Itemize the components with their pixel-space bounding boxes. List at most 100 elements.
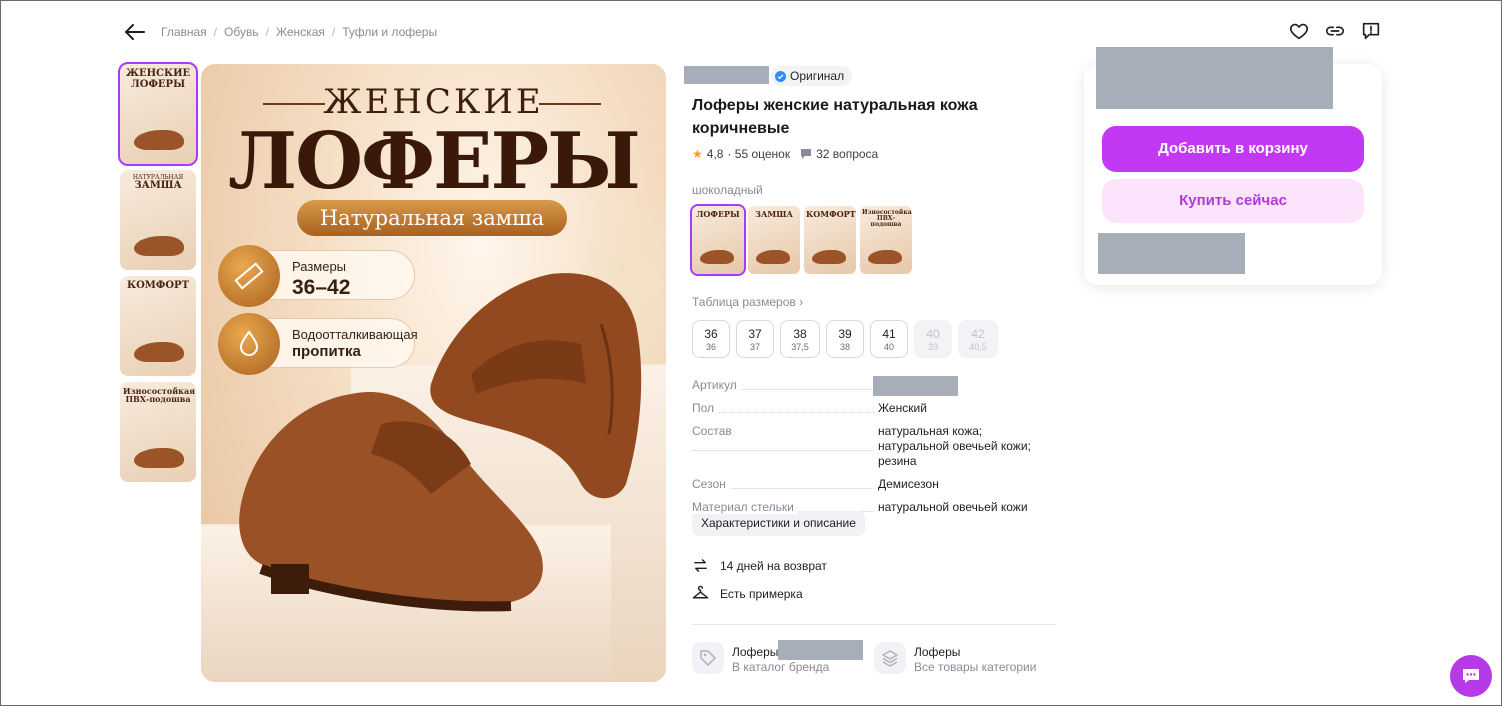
chat-icon bbox=[1463, 669, 1479, 683]
rating-row[interactable]: ★ 4,8 · 55 оценок 32 вопроса bbox=[692, 147, 878, 161]
back-arrow-icon[interactable] bbox=[124, 22, 146, 42]
brand-name-redacted bbox=[778, 640, 863, 660]
ruler-icon bbox=[234, 262, 264, 290]
size-value: 42 bbox=[971, 327, 985, 341]
article-number-redacted[interactable] bbox=[873, 376, 958, 396]
chat-button[interactable] bbox=[1450, 655, 1492, 697]
original-label: Оригинал bbox=[790, 69, 845, 83]
thumbnail-list: ЖЕНСКИЕ ЛОФЕРЫ НАТУРАЛЬНАЯ ЗАМША КОМФОРТ … bbox=[118, 62, 198, 488]
price-redacted bbox=[1096, 47, 1333, 109]
spec-key: Сезон bbox=[692, 477, 730, 491]
size-selector: 36 36 37 37 38 37,5 39 38 41 40 40 39 42 40,5 bbox=[692, 320, 998, 358]
thumbnail-title: Износостойкая ПВХ-подошва bbox=[123, 386, 196, 405]
size-option[interactable]: 36 36 bbox=[692, 320, 730, 358]
thumbnail-title: КОМФОРТ bbox=[126, 280, 190, 291]
badge-label: Размеры bbox=[292, 259, 347, 274]
main-product-image[interactable]: ЖЕНСКИЕ ЛОФЕРЫ Натуральная замша Размеры… bbox=[201, 64, 666, 682]
size-table-link[interactable]: Таблица размеров › bbox=[692, 295, 803, 309]
spec-key: Состав bbox=[692, 424, 736, 438]
spec-season: Сезон Демисезон bbox=[692, 477, 1054, 492]
top-actions bbox=[1288, 20, 1382, 42]
thumbnail-3[interactable]: КОМФОРТ bbox=[120, 276, 196, 376]
size-ru: 40 bbox=[883, 342, 894, 352]
variant-title: КОМФОРТ bbox=[806, 209, 856, 219]
characteristics-button[interactable]: Характеристики и описание bbox=[692, 511, 865, 536]
rating-value: 4,8 bbox=[706, 147, 724, 161]
spec-key: Пол bbox=[692, 401, 719, 415]
category-link-sub: Все товары категории bbox=[914, 660, 1037, 674]
hero-title-2: ЛОФЕРЫ bbox=[228, 116, 641, 207]
shoe-front-image bbox=[239, 392, 543, 612]
fitting-text: Есть примерка bbox=[720, 586, 803, 601]
spec-value: натуральная кожа; натуральной овечьей ко… bbox=[878, 424, 1031, 468]
thumbnail-4[interactable]: Износостойкая ПВХ-подошва bbox=[120, 382, 196, 482]
variant-1[interactable]: ЛОФЕРЫ bbox=[690, 204, 746, 276]
color-variants: ЛОФЕРЫ ЗАМША КОМФОРТ Износостойкая ПВХ-п… bbox=[690, 204, 912, 276]
variant-2[interactable]: ЗАМША bbox=[748, 206, 800, 274]
spec-key: Материал стельки bbox=[692, 500, 798, 514]
delivery-info-redacted bbox=[1098, 233, 1245, 274]
return-icon bbox=[694, 559, 707, 572]
spec-value: Женский bbox=[878, 401, 927, 415]
size-option[interactable]: 38 37,5 bbox=[780, 320, 820, 358]
shoe-image bbox=[134, 130, 184, 150]
size-option[interactable]: 37 37 bbox=[736, 320, 774, 358]
add-to-cart-button[interactable]: Добавить в корзину bbox=[1102, 126, 1364, 172]
return-text: 14 дней на возврат bbox=[720, 558, 827, 573]
hero-ribbon: Натуральная замша bbox=[297, 200, 567, 236]
size-ru: 39 bbox=[927, 342, 938, 352]
question-icon bbox=[801, 149, 812, 159]
link-icon[interactable] bbox=[1324, 20, 1346, 42]
category-link-title: Лоферы bbox=[914, 645, 961, 659]
size-ru: 37,5 bbox=[791, 342, 809, 352]
buy-now-button[interactable]: Купить сейчас bbox=[1102, 179, 1364, 223]
breadcrumb-shoes[interactable]: Обувь bbox=[224, 25, 259, 39]
shoe-image bbox=[134, 448, 184, 468]
heart-icon[interactable] bbox=[1288, 20, 1310, 42]
size-option[interactable]: 39 38 bbox=[826, 320, 864, 358]
variant-4[interactable]: Износостойкая ПВХ-подошва bbox=[860, 206, 912, 274]
thumbnail-1[interactable]: ЖЕНСКИЕ ЛОФЕРЫ bbox=[118, 62, 198, 166]
variant-3[interactable]: КОМФОРТ bbox=[804, 206, 856, 274]
questions-count[interactable]: 32 вопроса bbox=[816, 147, 878, 161]
spec-composition: Состав натуральная кожа; натуральной овеч… bbox=[692, 424, 1054, 469]
size-ru: 37 bbox=[749, 342, 760, 352]
divider bbox=[692, 624, 1056, 625]
brand-link-sub: В каталог бренда bbox=[732, 660, 830, 674]
variant-title: ЗАМША bbox=[755, 209, 793, 219]
breadcrumb-women[interactable]: Женская bbox=[276, 25, 325, 39]
layers-icon bbox=[882, 650, 898, 667]
tag-icon bbox=[700, 650, 717, 667]
size-option-unavailable[interactable]: 42 40,5 bbox=[958, 320, 998, 358]
size-value: 40 bbox=[926, 327, 940, 341]
sizes-badge: Размеры 36–42 bbox=[218, 245, 415, 307]
variant-title: Износостойкая ПВХ-подошва bbox=[862, 209, 912, 228]
size-ru: 40,5 bbox=[969, 342, 987, 352]
return-info: 14 дней на возврат bbox=[692, 557, 827, 574]
fitting-info: Есть примерка bbox=[692, 585, 803, 602]
product-title: Лоферы женские натуральная кожа коричнев… bbox=[692, 97, 978, 137]
size-value: 41 bbox=[882, 327, 896, 341]
report-icon[interactable] bbox=[1360, 20, 1382, 42]
thumbnail-title: ЖЕНСКИЕ ЛОФЕРЫ bbox=[125, 68, 191, 90]
breadcrumb-home[interactable]: Главная bbox=[161, 25, 207, 39]
brand-name-redacted[interactable] bbox=[684, 66, 769, 84]
reviews-count[interactable]: · 55 оценок bbox=[727, 147, 790, 161]
spec-key: Артикул bbox=[692, 378, 741, 392]
size-value: 39 bbox=[838, 327, 852, 341]
size-value: 36 bbox=[704, 327, 718, 341]
size-option[interactable]: 41 40 bbox=[870, 320, 908, 358]
color-name: шоколадный bbox=[692, 183, 763, 197]
breadcrumb-loafers[interactable]: Туфли и лоферы bbox=[342, 25, 437, 39]
size-option-unavailable[interactable]: 40 39 bbox=[914, 320, 952, 358]
spec-value: Демисезон bbox=[878, 477, 939, 491]
breadcrumb: Главная / Обувь / Женская / Туфли и лоферы bbox=[161, 25, 438, 39]
spec-value: натуральной овечьей кожи bbox=[878, 500, 1028, 514]
category-link[interactable]: Лоферы Все товары категории bbox=[874, 642, 1036, 674]
specs-list: Артикул Пол Женский Состав натуральная кож… bbox=[692, 378, 1054, 523]
spec-gender: Пол Женский bbox=[692, 401, 1054, 416]
thumbnail-2[interactable]: НАТУРАЛЬНАЯ ЗАМША bbox=[120, 170, 196, 270]
hanger-icon bbox=[692, 585, 709, 599]
shoe-image bbox=[134, 236, 184, 256]
badge-label: Водоотталкивающая bbox=[292, 327, 418, 342]
